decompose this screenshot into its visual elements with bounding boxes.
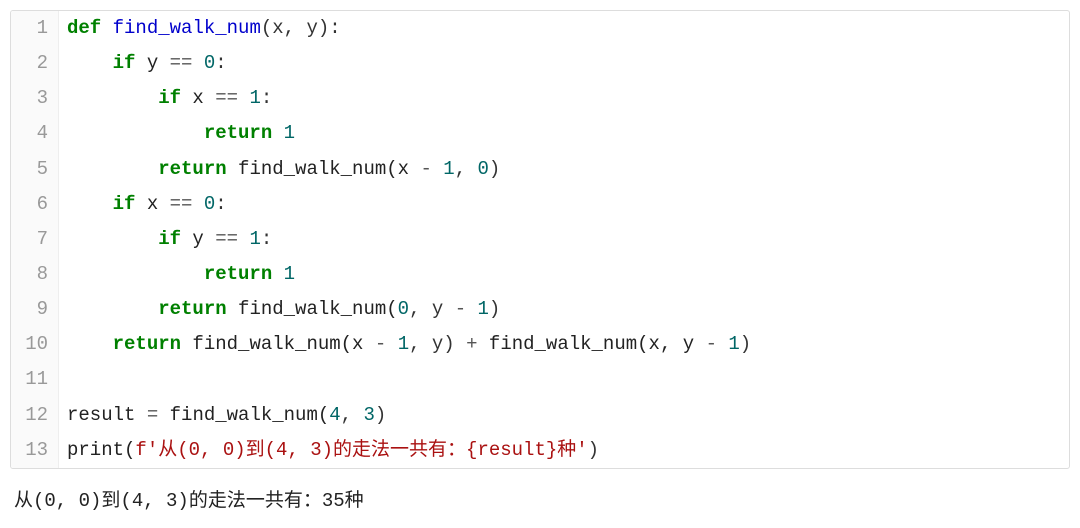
code-line: 13print(f'从(0, 0)到(4, 3)的走法一共有：{result}种…: [11, 433, 1069, 468]
code-line: 3 if x == 1:: [11, 81, 1069, 116]
code-line: 5 return find_walk_num(x - 1, 0): [11, 152, 1069, 187]
output-text: 从(0, 0)到(4, 3)的走法一共有：35种: [10, 479, 1070, 518]
code-content: [59, 362, 1069, 397]
code-content: if x == 1:: [59, 81, 1069, 116]
code-content: print(f'从(0, 0)到(4, 3)的走法一共有：{result}种'): [59, 433, 1069, 468]
line-number: 11: [11, 362, 59, 397]
code-line: 2 if y == 0:: [11, 46, 1069, 81]
code-line: 7 if y == 1:: [11, 222, 1069, 257]
line-number: 5: [11, 152, 59, 187]
line-number: 10: [11, 327, 59, 362]
code-content: return find_walk_num(0, y - 1): [59, 292, 1069, 327]
code-line: 8 return 1: [11, 257, 1069, 292]
line-number: 6: [11, 187, 59, 222]
line-number: 1: [11, 11, 59, 46]
line-number: 3: [11, 81, 59, 116]
line-number: 8: [11, 257, 59, 292]
code-content: return find_walk_num(x - 1, y) + find_wa…: [59, 327, 1069, 362]
code-line: 6 if x == 0:: [11, 187, 1069, 222]
code-line: 10 return find_walk_num(x - 1, y) + find…: [11, 327, 1069, 362]
code-content: result = find_walk_num(4, 3): [59, 398, 1069, 433]
code-line: 4 return 1: [11, 116, 1069, 151]
line-number: 7: [11, 222, 59, 257]
code-content: return 1: [59, 257, 1069, 292]
code-line: 11: [11, 362, 1069, 397]
line-number: 2: [11, 46, 59, 81]
code-content: if y == 0:: [59, 46, 1069, 81]
code-content: def find_walk_num(x, y):: [59, 11, 1069, 46]
line-number: 12: [11, 398, 59, 433]
code-line: 12result = find_walk_num(4, 3): [11, 398, 1069, 433]
code-block: 1def find_walk_num(x, y):2 if y == 0:3 i…: [10, 10, 1070, 469]
code-line: 9 return find_walk_num(0, y - 1): [11, 292, 1069, 327]
line-number: 13: [11, 433, 59, 468]
line-number: 4: [11, 116, 59, 151]
line-number: 9: [11, 292, 59, 327]
code-content: return find_walk_num(x - 1, 0): [59, 152, 1069, 187]
code-content: return 1: [59, 116, 1069, 151]
code-content: if y == 1:: [59, 222, 1069, 257]
code-content: if x == 0:: [59, 187, 1069, 222]
code-line: 1def find_walk_num(x, y):: [11, 11, 1069, 46]
